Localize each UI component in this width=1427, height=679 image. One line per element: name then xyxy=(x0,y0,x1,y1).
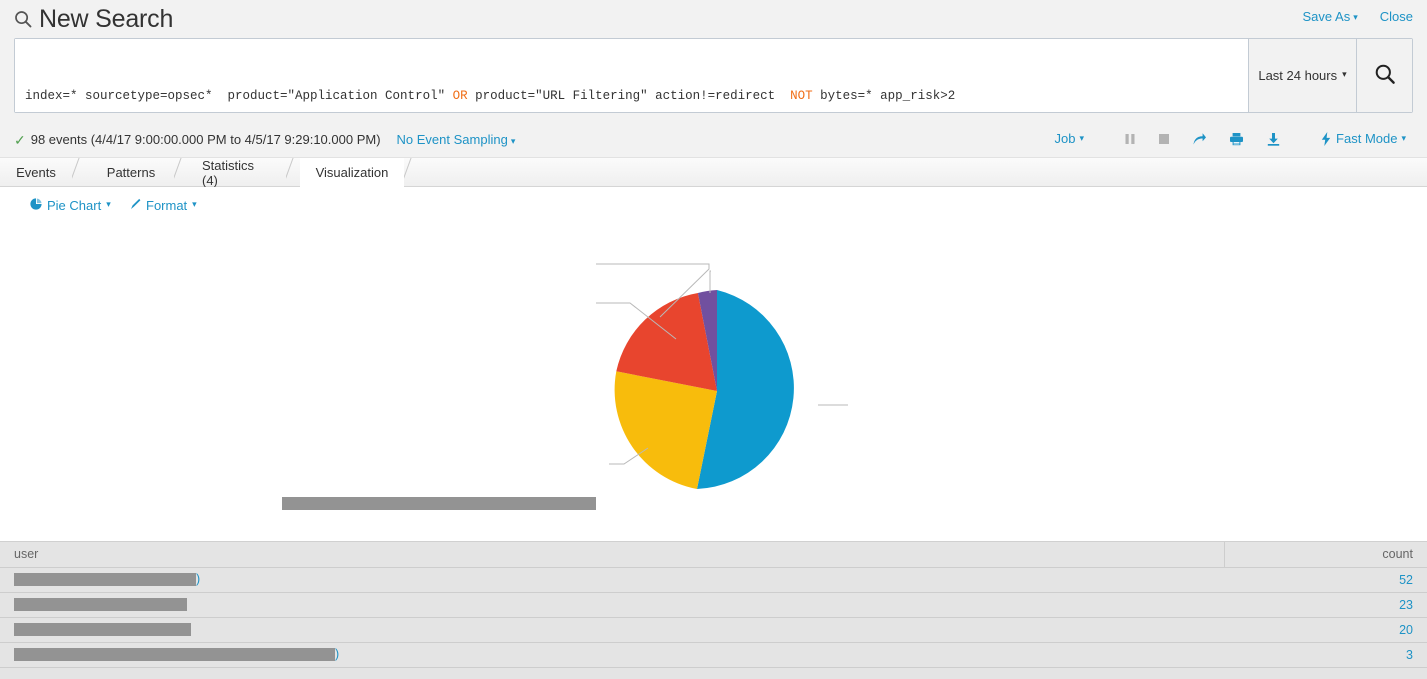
cell-user[interactable] xyxy=(0,592,1224,618)
user-redaction xyxy=(14,597,187,611)
time-range-label: Last 24 hours xyxy=(1258,68,1338,83)
cell-user[interactable]: ) xyxy=(0,567,1224,593)
job-menu-button[interactable]: Job ▾ xyxy=(1044,131,1096,146)
tab-statistics-label: Statistics (4) xyxy=(202,157,255,188)
tab-visualization-label: Visualization xyxy=(315,164,389,180)
user-trailing: ) xyxy=(335,647,340,662)
table-row[interactable]: 23 xyxy=(0,592,1427,618)
time-range-picker[interactable]: Last 24 hours ▾ xyxy=(1248,39,1356,112)
table-header-row: user count xyxy=(0,542,1427,568)
visualization-controls: Pie Chart ▾ Format ▾ xyxy=(0,187,1427,233)
column-header-user[interactable]: user xyxy=(0,542,1225,568)
check-icon: ✓ xyxy=(14,131,26,148)
chart-type-label: Pie Chart xyxy=(47,198,102,213)
user-redaction xyxy=(14,572,196,586)
results-table-head: user count xyxy=(0,542,1427,568)
stop-icon xyxy=(1158,133,1170,145)
events-summary: ✓ 98 events (4/4/17 9:00:00.000 PM to 4/… xyxy=(14,132,515,147)
save-as-button[interactable]: Save As ▾ xyxy=(1303,9,1358,24)
cell-user[interactable]: ) xyxy=(0,642,1224,668)
results-table: user count ) 52 23 20) 3 xyxy=(0,542,1427,668)
job-label: Job xyxy=(1054,131,1076,146)
search-header: New Search Save As ▾ Close index=* source… xyxy=(0,0,1427,126)
close-button[interactable]: Close xyxy=(1380,9,1413,24)
format-label: Format xyxy=(146,198,188,213)
page-title: New Search xyxy=(39,5,174,33)
query-line-1: index=* sourcetype=opsec* product="Appli… xyxy=(25,89,956,103)
chevron-down-icon: ▾ xyxy=(1401,133,1406,143)
run-search-button[interactable] xyxy=(1356,39,1412,112)
chevron-down-icon: ▾ xyxy=(192,199,197,209)
pause-icon xyxy=(1124,133,1136,145)
chevron-down-icon: ▾ xyxy=(510,136,516,146)
share-icon xyxy=(1192,132,1207,146)
cell-user[interactable] xyxy=(0,617,1224,643)
tab-visualization[interactable]: Visualization xyxy=(300,158,404,187)
chart-type-button[interactable]: Pie Chart ▾ xyxy=(30,198,111,213)
pie-chart-container: ) xyxy=(0,233,1427,533)
event-sampling-label: No Event Sampling xyxy=(396,132,508,147)
cell-count[interactable]: 52 xyxy=(1224,567,1427,593)
tab-events-label: Events xyxy=(16,165,56,180)
chevron-down-icon: ▾ xyxy=(1079,133,1085,143)
events-count-text: 98 events (4/4/17 9:00:00.000 PM to 4/5/… xyxy=(30,132,381,147)
chevron-down-icon: ▾ xyxy=(1353,12,1358,22)
stop-button[interactable] xyxy=(1147,133,1181,145)
tab-patterns[interactable]: Patterns xyxy=(88,158,174,187)
print-icon xyxy=(1229,132,1244,146)
lightning-icon xyxy=(1321,131,1331,146)
page-title-row: New Search xyxy=(14,4,173,34)
download-icon xyxy=(1266,132,1281,146)
tab-patterns-label: Patterns xyxy=(106,165,156,180)
pie-label-redaction-1 xyxy=(282,497,596,510)
search-mode-button[interactable]: Fast Mode ▾ xyxy=(1310,131,1417,146)
table-row[interactable]: 20 xyxy=(0,617,1427,643)
callout-line-purple-stub xyxy=(709,270,711,293)
table-row[interactable]: ) 3 xyxy=(0,642,1427,668)
search-query-input[interactable]: index=* sourcetype=opsec* product="Appli… xyxy=(15,39,1248,112)
results-table-container: user count ) 52 23 20) 3 xyxy=(0,541,1427,679)
magnifier-icon xyxy=(14,10,32,28)
tab-statistics[interactable]: Statistics (4) xyxy=(188,157,286,188)
tab-divider xyxy=(404,158,422,187)
result-tabs: Events Patterns Statistics (4) Visualiza… xyxy=(0,157,1427,188)
export-button[interactable] xyxy=(1255,132,1292,146)
format-button[interactable]: Format ▾ xyxy=(130,198,197,213)
print-button[interactable] xyxy=(1218,132,1255,146)
cell-count[interactable]: 23 xyxy=(1224,592,1427,618)
cell-count[interactable]: 3 xyxy=(1224,642,1427,668)
chevron-down-icon: ▾ xyxy=(106,199,111,209)
search-bar: index=* sourcetype=opsec* product="Appli… xyxy=(14,38,1413,113)
user-trailing: ) xyxy=(196,572,201,587)
header-actions: Save As ▾ Close xyxy=(1303,9,1413,24)
pause-button[interactable] xyxy=(1113,133,1147,145)
results-toolbar: ✓ 98 events (4/4/17 9:00:00.000 PM to 4/… xyxy=(0,126,1427,158)
pie-chart[interactable] xyxy=(0,233,1427,533)
table-row[interactable]: ) 52 xyxy=(0,567,1427,593)
save-as-label: Save As xyxy=(1302,9,1351,24)
column-header-count[interactable]: count xyxy=(1224,542,1427,568)
pie-icon xyxy=(30,198,42,213)
splunk-search-page: New Search Save As ▾ Close index=* source… xyxy=(0,0,1427,679)
tab-events[interactable]: Events xyxy=(0,158,72,187)
user-redaction xyxy=(14,647,335,661)
results-table-body: ) 52 23 20 ) 3 xyxy=(0,567,1427,668)
share-button[interactable] xyxy=(1181,132,1218,146)
magnifier-icon xyxy=(1374,63,1396,88)
job-toolbar: Job ▾ Fast Mode ▾ xyxy=(1044,131,1417,146)
pencil-icon xyxy=(130,198,141,213)
search-mode-label: Fast Mode xyxy=(1336,131,1398,146)
user-redaction xyxy=(14,622,191,636)
cell-count[interactable]: 20 xyxy=(1224,617,1427,643)
chevron-down-icon: ▾ xyxy=(1342,69,1347,79)
event-sampling-button[interactable]: No Event Sampling ▾ xyxy=(397,132,516,147)
